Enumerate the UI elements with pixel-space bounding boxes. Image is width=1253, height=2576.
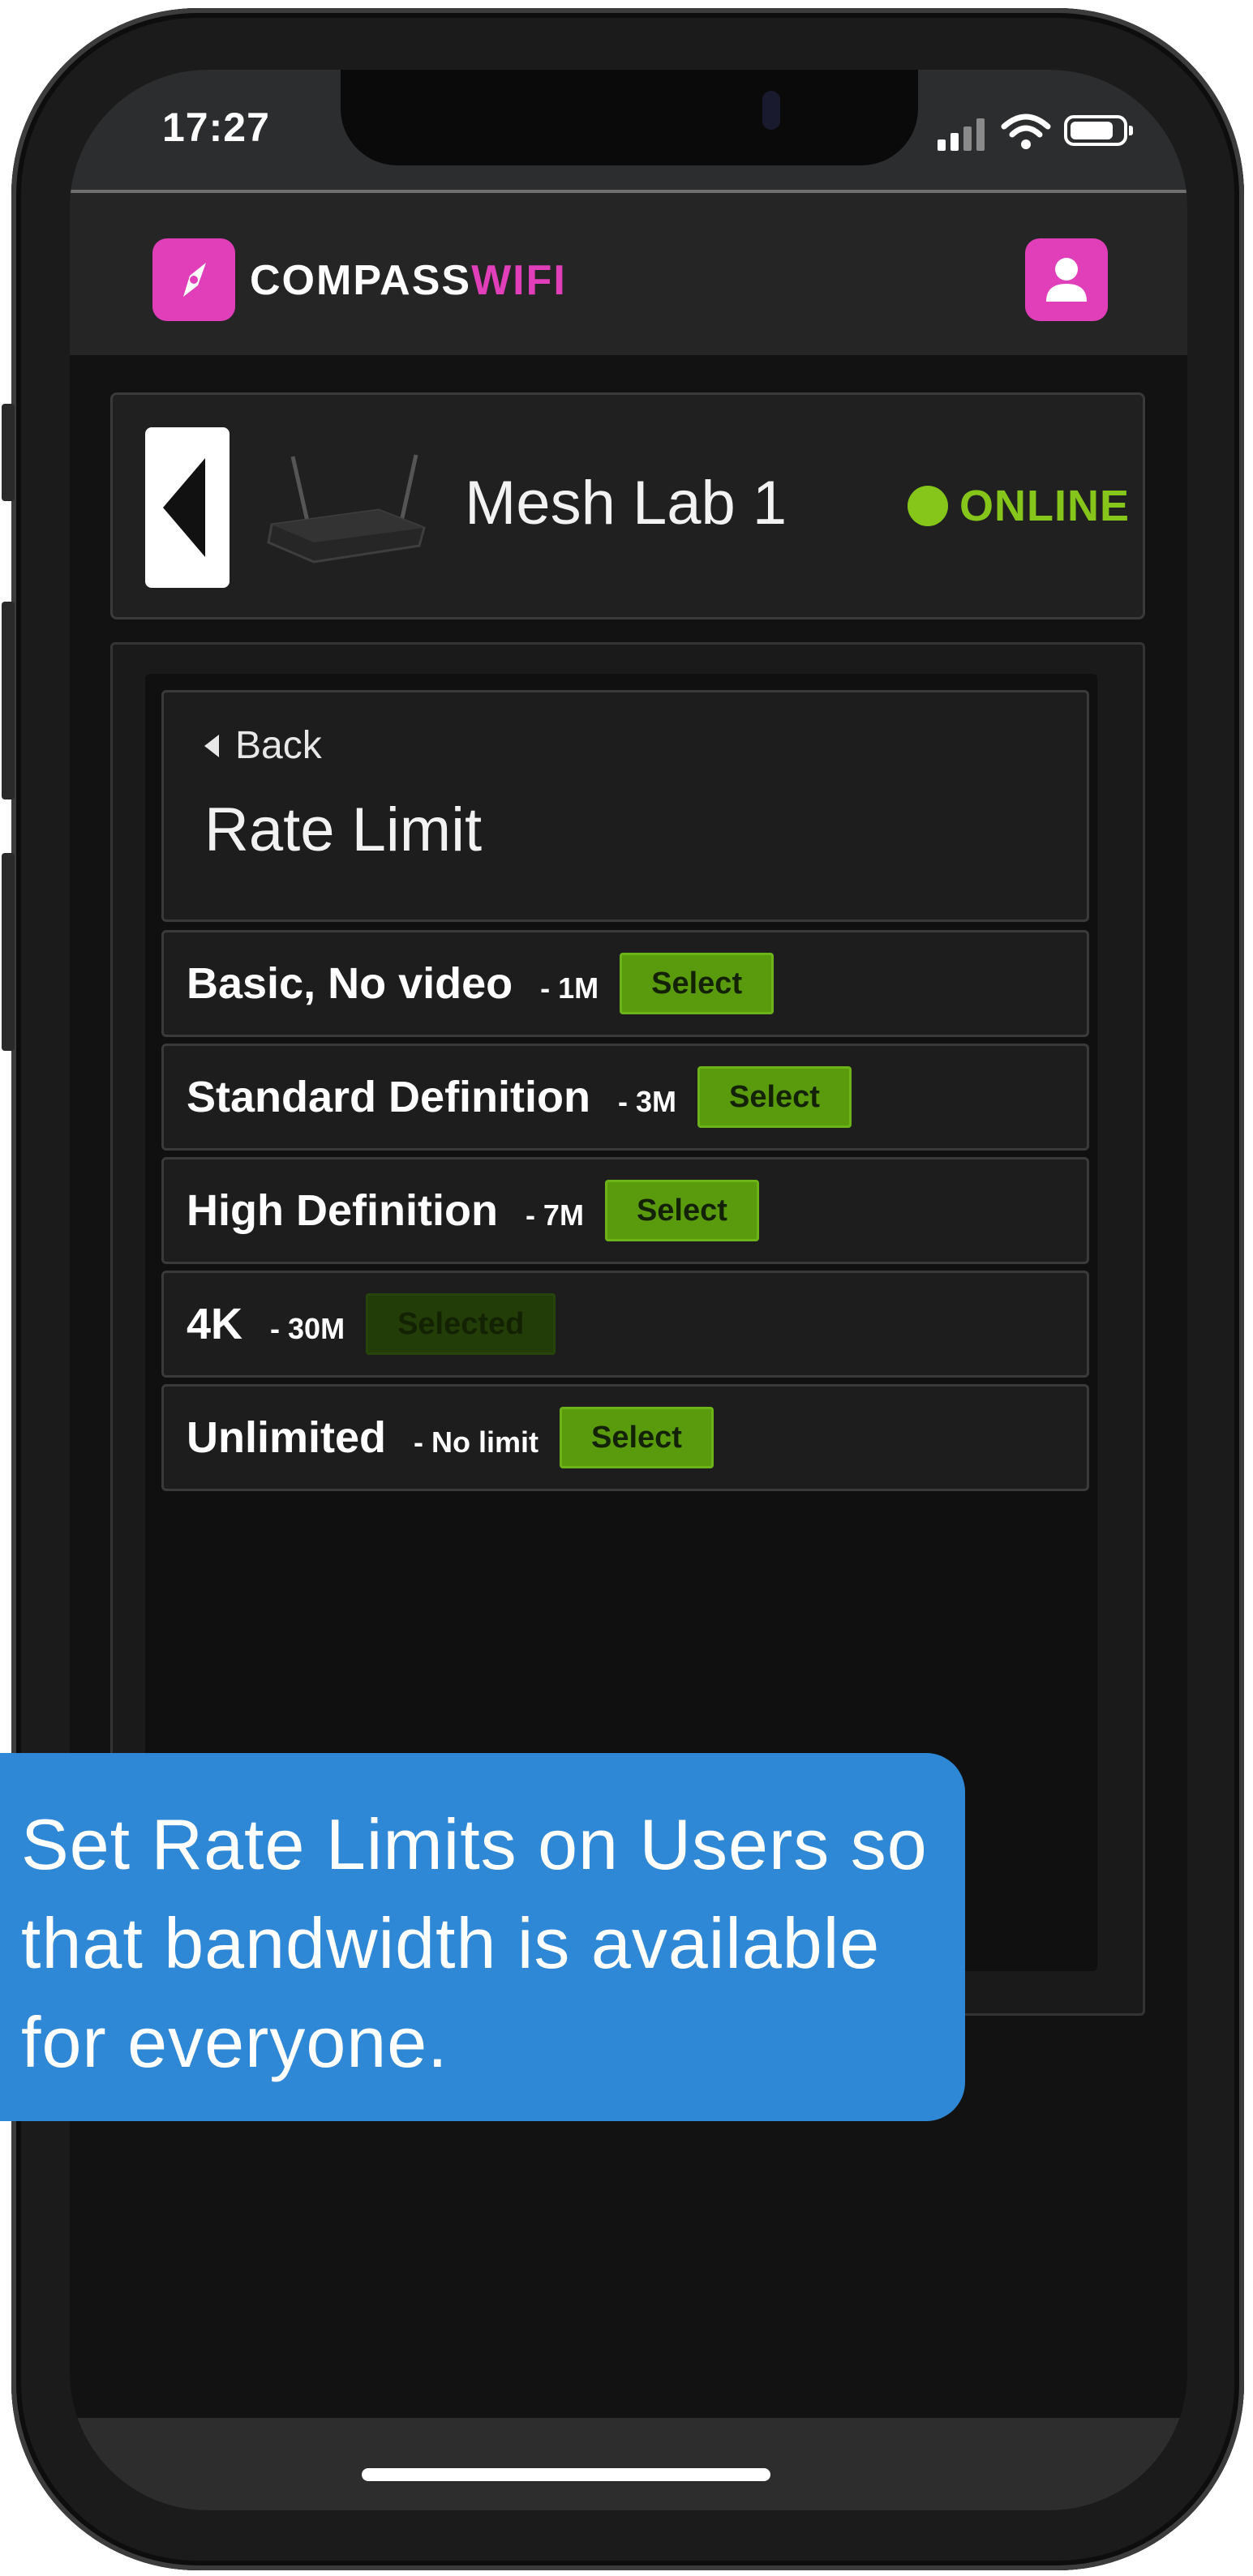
callout-text: Set Rate Limits on Users so that bandwid… — [21, 1804, 928, 2082]
side-button-volume-up — [2, 602, 15, 799]
rate-option-standard: Standard Definition - 3M Select — [161, 1044, 1089, 1151]
page-title: Rate Limit — [204, 795, 483, 864]
option-rate: - 30M — [270, 1312, 345, 1345]
select-button[interactable]: Select — [697, 1066, 852, 1128]
compass-icon[interactable] — [152, 238, 235, 321]
side-button-silent — [2, 404, 15, 501]
option-name: Unlimited — [187, 1413, 387, 1462]
back-label: Back — [235, 724, 322, 767]
select-button[interactable]: Select — [560, 1407, 714, 1468]
wifi-icon — [1001, 114, 1051, 149]
promo-callout: Set Rate Limits on Users so that bandwid… — [0, 1753, 965, 2121]
side-button-volume-down — [2, 853, 15, 1051]
status-badge: ONLINE — [908, 481, 1130, 531]
back-link[interactable]: Back — [204, 723, 322, 768]
logo-text-compass: COMPASS — [250, 257, 472, 304]
app-logo: COMPASSWIFI — [250, 256, 567, 305]
signal-icon — [938, 117, 986, 151]
rate-option-4k: 4K - 30M Selected — [161, 1271, 1089, 1378]
option-rate: - 7M — [525, 1198, 584, 1232]
battery-icon — [1064, 115, 1133, 146]
rate-limit-header: Back Rate Limit — [161, 690, 1089, 922]
router-icon — [267, 454, 426, 564]
phone-screen: 17:27 COMPASSWIFI Mesh Lab 1 ONLINE Back… — [70, 70, 1187, 2510]
option-rate: - No limit — [414, 1425, 539, 1459]
rate-option-unlimited: Unlimited - No limit Select — [161, 1384, 1089, 1491]
option-name: Basic, No video — [187, 959, 513, 1008]
caret-left-icon — [204, 734, 219, 757]
select-button[interactable]: Select — [604, 1180, 759, 1241]
status-time: 17:27 — [162, 105, 270, 150]
selected-button[interactable]: Selected — [366, 1293, 556, 1355]
notch — [341, 70, 918, 165]
option-rate: - 1M — [540, 971, 599, 1005]
option-name: Standard Definition — [187, 1073, 590, 1121]
option-rate: - 3M — [618, 1085, 676, 1118]
device-name: Mesh Lab 1 — [465, 469, 787, 538]
status-text: ONLINE — [959, 482, 1131, 530]
status-bar: 17:27 — [70, 70, 1187, 191]
user-icon[interactable] — [1025, 238, 1108, 321]
status-dot-icon — [908, 486, 948, 526]
option-name: 4K — [187, 1300, 243, 1348]
bottom-bar — [70, 2418, 1187, 2510]
front-camera — [762, 91, 780, 130]
rate-option-high: High Definition - 7M Select — [161, 1157, 1089, 1264]
option-name: High Definition — [187, 1186, 498, 1235]
chevron-left-icon[interactable] — [145, 427, 230, 588]
home-indicator[interactable] — [362, 2468, 770, 2481]
logo-text-wifi: WIFI — [471, 257, 567, 304]
select-button[interactable]: Select — [620, 953, 775, 1014]
app-header: COMPASSWIFI — [70, 193, 1187, 355]
rate-option-basic: Basic, No video - 1M Select — [161, 930, 1089, 1037]
device-card: Mesh Lab 1 ONLINE — [110, 392, 1145, 619]
